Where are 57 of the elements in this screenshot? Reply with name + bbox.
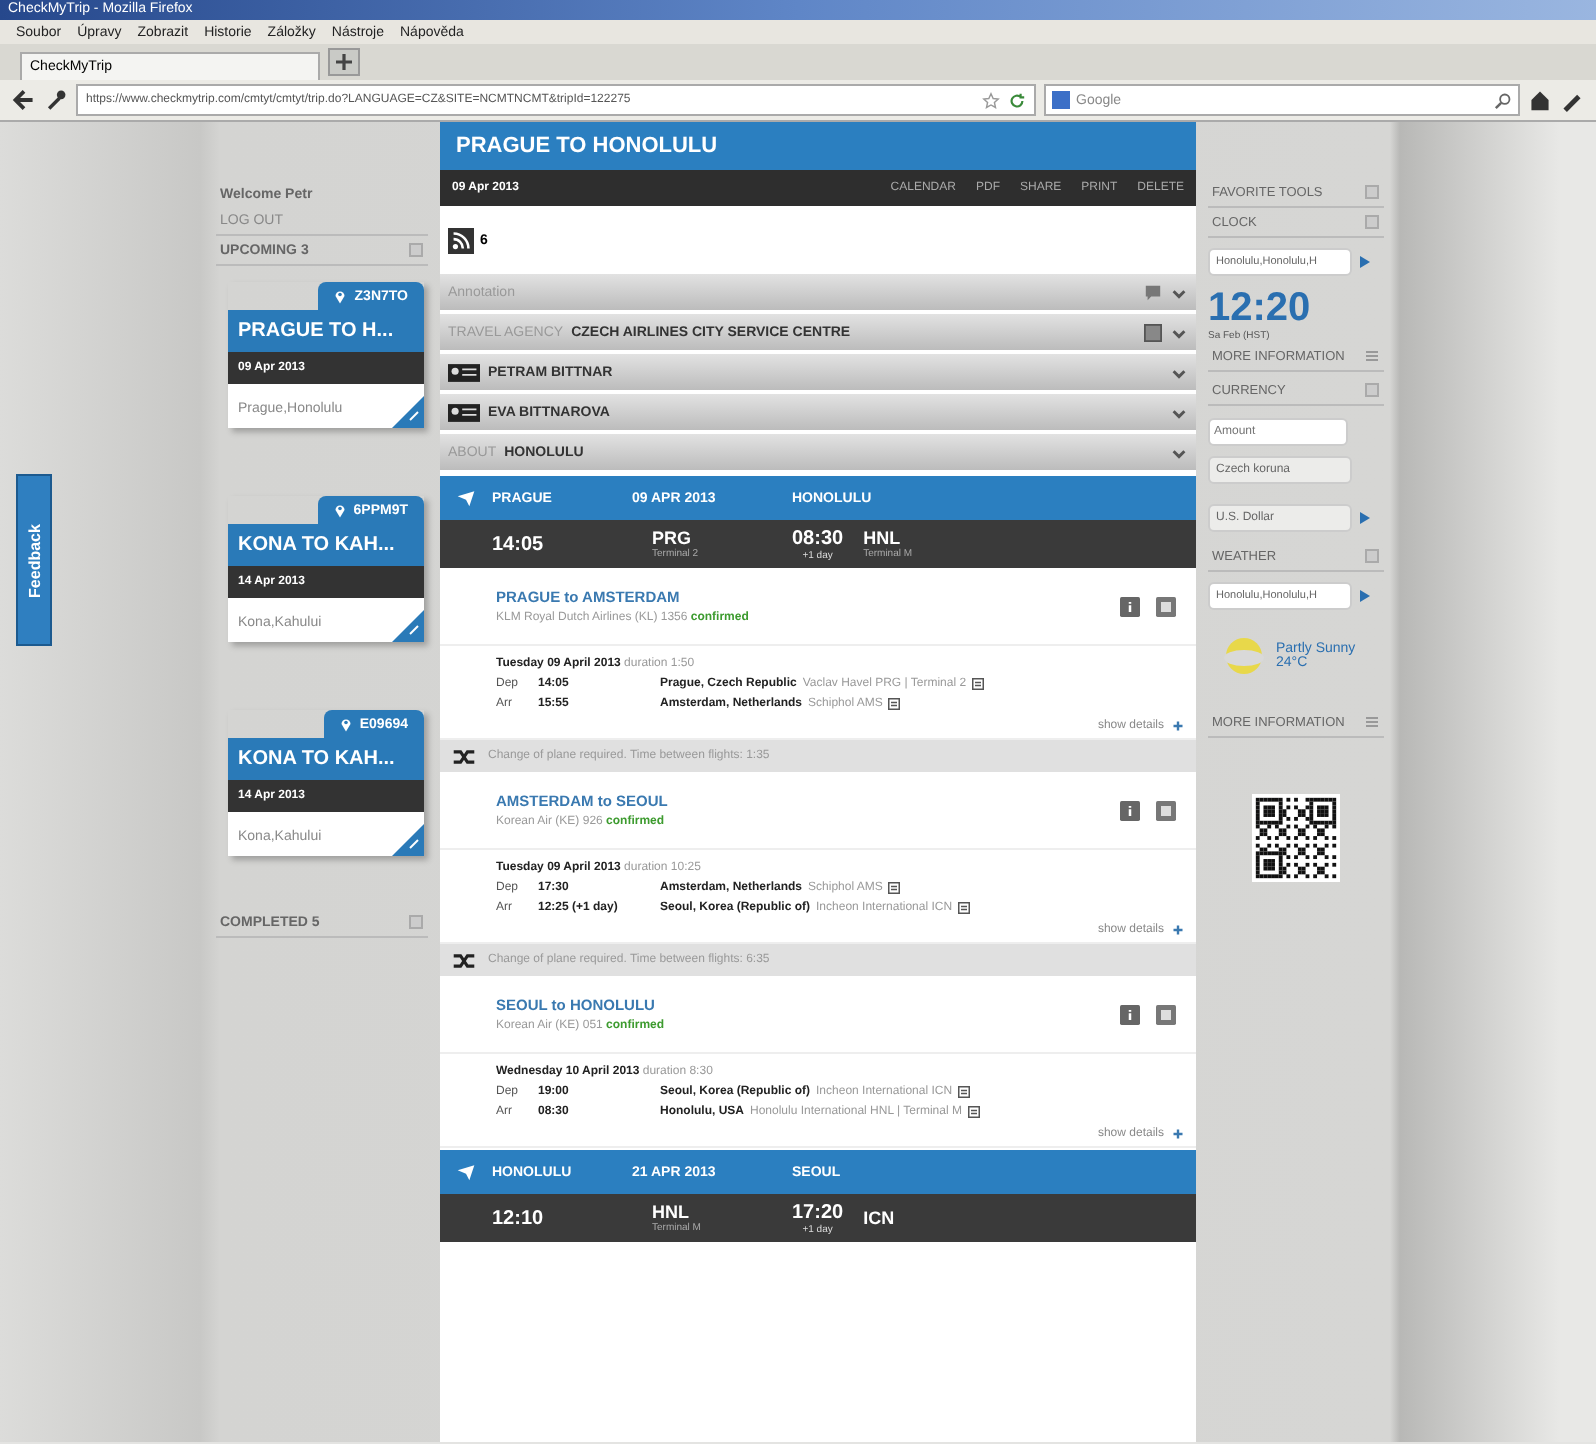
trip-title[interactable]: PRAGUE TO H... — [228, 310, 424, 352]
note-icon[interactable] — [1156, 595, 1176, 617]
info-icon[interactable] — [1120, 799, 1140, 821]
corner-icon — [392, 396, 424, 428]
search-icon[interactable] — [1494, 91, 1512, 109]
comment-icon[interactable] — [1144, 283, 1162, 301]
info-icon[interactable] — [958, 902, 971, 914]
back-arrow-icon[interactable] — [12, 88, 36, 112]
trip-header: PRAGUE TO HONOLULU — [440, 122, 1196, 170]
note-icon[interactable] — [1156, 799, 1176, 821]
screen-icon[interactable] — [1144, 323, 1162, 341]
departure-time: 12:10 — [492, 1207, 546, 1229]
shuffle-icon — [452, 951, 476, 969]
plus-icon[interactable] — [1172, 720, 1184, 732]
pin-icon — [339, 716, 352, 732]
trip-title[interactable]: KONA TO KAH... — [228, 524, 424, 566]
plane-icon — [456, 488, 476, 508]
info-icon[interactable] — [1120, 595, 1140, 617]
plus-icon[interactable] — [1172, 1128, 1184, 1140]
info-icon[interactable] — [888, 882, 901, 894]
arrival-time: 08:30 — [792, 527, 844, 549]
feedback-tab[interactable]: Feedback — [16, 474, 52, 646]
home-icon[interactable] — [1528, 88, 1552, 112]
rss-icon[interactable] — [448, 227, 474, 253]
play-icon[interactable] — [1356, 588, 1372, 604]
departure-time: 14:05 — [492, 533, 546, 555]
search-engine-icon[interactable] — [1052, 90, 1070, 110]
plane-icon — [456, 1162, 476, 1182]
airport-code: HNL — [863, 528, 903, 548]
airport-code: PRG — [652, 528, 694, 548]
plus-icon[interactable] — [1172, 924, 1184, 936]
qr-code — [1252, 794, 1340, 882]
note-icon[interactable] — [1156, 1003, 1176, 1025]
clock-time: 12:20 — [1208, 286, 1313, 330]
info-icon[interactable] — [958, 1086, 971, 1098]
reload-icon[interactable] — [1008, 91, 1026, 109]
shuffle-icon — [452, 747, 476, 765]
plus-icon[interactable] — [328, 48, 360, 76]
person-card-icon — [448, 403, 480, 421]
person-card-icon — [448, 363, 480, 381]
info-icon[interactable] — [967, 1106, 980, 1118]
info-icon[interactable] — [972, 678, 985, 690]
play-icon[interactable] — [1356, 254, 1372, 270]
play-icon[interactable] — [1356, 510, 1372, 526]
info-icon[interactable] — [888, 698, 901, 710]
sun-cloud-icon — [1220, 632, 1268, 680]
corner-icon — [392, 610, 424, 642]
pin-icon — [334, 288, 347, 304]
pin-icon — [333, 502, 346, 518]
info-icon[interactable] — [1120, 1003, 1140, 1025]
key-icon[interactable] — [44, 88, 68, 112]
star-icon[interactable] — [982, 91, 1000, 109]
airport-code: HNL — [652, 1202, 691, 1222]
trip-title[interactable]: KONA TO KAH... — [228, 738, 424, 780]
arrival-time: 17:20 — [792, 1201, 844, 1223]
corner-icon — [392, 824, 424, 856]
airport-code: ICN — [863, 1208, 897, 1228]
